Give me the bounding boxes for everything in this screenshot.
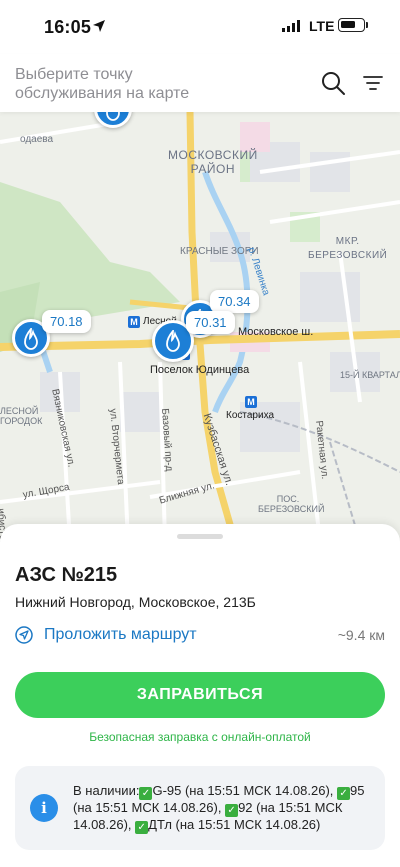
cellular-signal-icon: [282, 20, 300, 32]
map-label-road: Московское ш.: [238, 326, 314, 338]
price-pin-selected[interactable]: 70.31: [186, 311, 235, 334]
location-arrow-icon: [93, 20, 105, 32]
check-icon: ✓: [225, 804, 239, 817]
build-route-link[interactable]: Проложить маршрут: [44, 626, 197, 644]
map-label-street: одаева: [20, 134, 54, 145]
status-time: 16:05: [44, 17, 92, 37]
map-label-district: МОСКОВСКИЙ РАЙОН: [168, 148, 258, 176]
availability-text: В наличии: ✓ G-95 (на 15:51 МСК 14.08.26),…: [73, 783, 373, 834]
station-address: Нижний Новгород, Московское, 213Б: [15, 594, 256, 610]
map-label-area: 15-Й КВАРТАЛ: [340, 370, 400, 380]
station-bottom-sheet: АЗС №215 Нижний Новгород, Московское, 21…: [0, 524, 400, 867]
flame-icon: [106, 112, 120, 121]
fuel-item: ДТл (на 15:51 МСК 14.08.26): [148, 817, 321, 832]
price-pin[interactable]: 70.18: [42, 310, 91, 333]
search-prompt[interactable]: Выберите точку обслуживания на карте: [15, 65, 235, 103]
availability-prefix: В наличии:: [73, 783, 140, 798]
check-icon: ✓: [139, 787, 153, 800]
metro-icon: M: [128, 316, 140, 328]
battery-icon: [338, 18, 365, 32]
search-icon[interactable]: [320, 70, 346, 96]
map-label-station: Костариха: [226, 410, 275, 421]
flame-icon: [24, 328, 38, 350]
check-icon: ✓: [135, 821, 149, 834]
search-header: Выберите точку обслуживания на карте: [0, 54, 400, 112]
map-label-area: ПОС. БЕРЕЗОВСКИЙ: [258, 494, 325, 514]
safe-refuel-note: Безопасная заправка с онлайн-оплатой: [89, 730, 311, 744]
metro-icon: M: [245, 396, 257, 408]
battery-cap: [366, 22, 368, 28]
map-label-station: Поселок Юдинцева: [150, 364, 250, 376]
refuel-button[interactable]: ЗАПРАВИТЬСЯ: [15, 672, 385, 718]
network-type: LTE: [309, 18, 335, 34]
station-title: АЗС №215: [15, 564, 118, 586]
fuel-item: G-95 (на 15:51 МСК 14.08.26),: [152, 783, 334, 798]
check-icon: ✓: [337, 787, 351, 800]
map-view[interactable]: одаева МОСКОВСКИЙ РАЙОН МКР. БЕРЕЗОВСКИЙ К…: [0, 112, 400, 542]
flame-icon: [166, 330, 180, 352]
sheet-grabber[interactable]: [177, 534, 223, 539]
map-label-district: МКР. БЕРЕЗОВСКИЙ: [308, 236, 388, 261]
filter-menu-icon[interactable]: [362, 72, 384, 94]
route-row[interactable]: Проложить маршрут ~9.4 км: [15, 624, 385, 646]
status-bar: 16:05 LTE: [0, 0, 400, 54]
info-icon: i: [30, 794, 58, 822]
distance-value: ~9.4 км: [337, 627, 385, 643]
price-pin[interactable]: 70.34: [210, 290, 259, 313]
fuel-availability-card: i В наличии: ✓ G-95 (на 15:51 МСК 14.08.26…: [15, 766, 385, 850]
navigation-arrow-icon: [15, 626, 33, 644]
map-label-area: ЛЕСНОЙ ГОРОДОК: [0, 406, 43, 426]
